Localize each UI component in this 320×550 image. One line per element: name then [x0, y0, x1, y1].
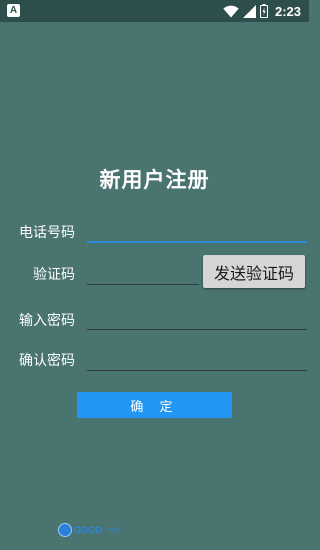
confirm-button[interactable]: 确 定: [77, 392, 232, 418]
verification-code-input[interactable]: [87, 262, 199, 285]
page-title: 新用户注册: [99, 168, 210, 192]
code-label: 验证码: [33, 267, 75, 283]
signal-icon: [242, 4, 256, 18]
watermark-brand: GOGO: [74, 525, 103, 535]
send-code-button[interactable]: 发送验证码: [203, 255, 305, 288]
phone-input[interactable]: [87, 219, 307, 243]
watermark-logo: GOGO 下载网: [58, 522, 120, 538]
status-time: 2:23: [274, 3, 301, 19]
watermark-circle-icon: [58, 523, 72, 537]
password-label: 输入密码: [19, 313, 75, 329]
wifi-icon: [223, 5, 239, 17]
status-bar: A 2:23: [0, 0, 309, 22]
watermark-small-text: 下载网: [105, 527, 121, 534]
phone-label: 电话号码: [19, 225, 75, 241]
password-input[interactable]: [87, 307, 307, 330]
confirm-password-label: 确认密码: [19, 353, 75, 369]
confirm-password-input[interactable]: [87, 348, 307, 371]
battery-icon: [259, 4, 268, 18]
status-icons: 2:23: [223, 2, 301, 20]
app-notification-icon: A: [7, 4, 20, 17]
